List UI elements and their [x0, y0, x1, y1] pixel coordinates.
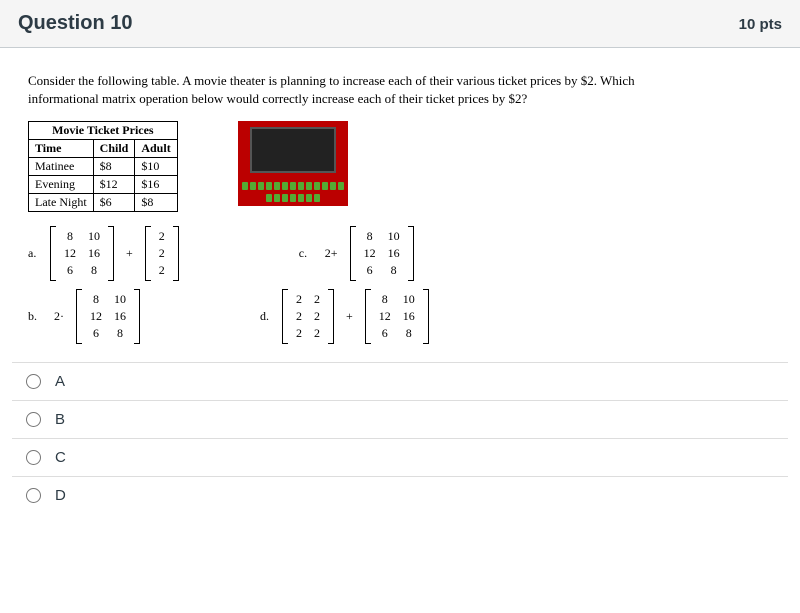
scalar-op: 2+ — [321, 246, 342, 261]
answer-choices: A B C D — [0, 362, 800, 528]
answer-choice-d[interactable]: D — [12, 476, 788, 514]
matrix: 810 1216 68 — [76, 289, 140, 344]
option-label: d. — [260, 309, 274, 324]
matrix: 810 1216 68 — [50, 226, 114, 281]
option-label: b. — [28, 309, 42, 324]
option-d: d. 22 22 22 + 810 1216 68 — [260, 289, 429, 344]
plus-op: + — [122, 246, 137, 261]
matrix: 2 2 2 — [145, 226, 179, 281]
option-label: c. — [299, 246, 313, 261]
table-row: Evening $12 $16 — [29, 176, 178, 194]
answer-choice-b[interactable]: B — [12, 400, 788, 438]
question-header: Question 10 10 pts — [0, 0, 800, 48]
plus-op: + — [342, 309, 357, 324]
matrix: 810 1216 68 — [350, 226, 414, 281]
answer-choice-a[interactable]: A — [12, 362, 788, 400]
radio-c[interactable] — [26, 450, 41, 465]
question-body: Consider the following table. A movie th… — [0, 48, 800, 362]
matrix: 22 22 22 — [282, 289, 334, 344]
option-a: a. 810 1216 68 + 2 2 2 — [28, 226, 179, 281]
radio-d[interactable] — [26, 488, 41, 503]
table-header: Time — [29, 140, 94, 158]
table-title: Movie Ticket Prices — [29, 122, 178, 140]
question-points: 10 pts — [739, 16, 782, 33]
matrix-options: a. 810 1216 68 + 2 2 2 c. 2+ 810 121 — [28, 226, 772, 344]
answer-label: A — [55, 373, 65, 390]
answer-choice-c[interactable]: C — [12, 438, 788, 476]
scalar-op: 2· — [50, 309, 68, 324]
radio-b[interactable] — [26, 412, 41, 427]
option-label: a. — [28, 246, 42, 261]
question-title: Question 10 — [18, 12, 132, 35]
table-row: Late Night $6 $8 — [29, 194, 178, 212]
radio-a[interactable] — [26, 374, 41, 389]
theater-image — [238, 121, 348, 206]
answer-label: B — [55, 411, 65, 428]
answer-label: D — [55, 487, 66, 504]
question-prompt: Consider the following table. A movie th… — [28, 72, 648, 107]
table-row: Matinee $8 $10 — [29, 158, 178, 176]
option-b: b. 2· 810 1216 68 — [28, 289, 140, 344]
option-c: c. 2+ 810 1216 68 — [299, 226, 414, 281]
table-header: Child — [93, 140, 135, 158]
answer-label: C — [55, 449, 66, 466]
price-table: Movie Ticket Prices Time Child Adult Mat… — [28, 121, 178, 212]
table-header: Adult — [135, 140, 177, 158]
matrix: 810 1216 68 — [365, 289, 429, 344]
